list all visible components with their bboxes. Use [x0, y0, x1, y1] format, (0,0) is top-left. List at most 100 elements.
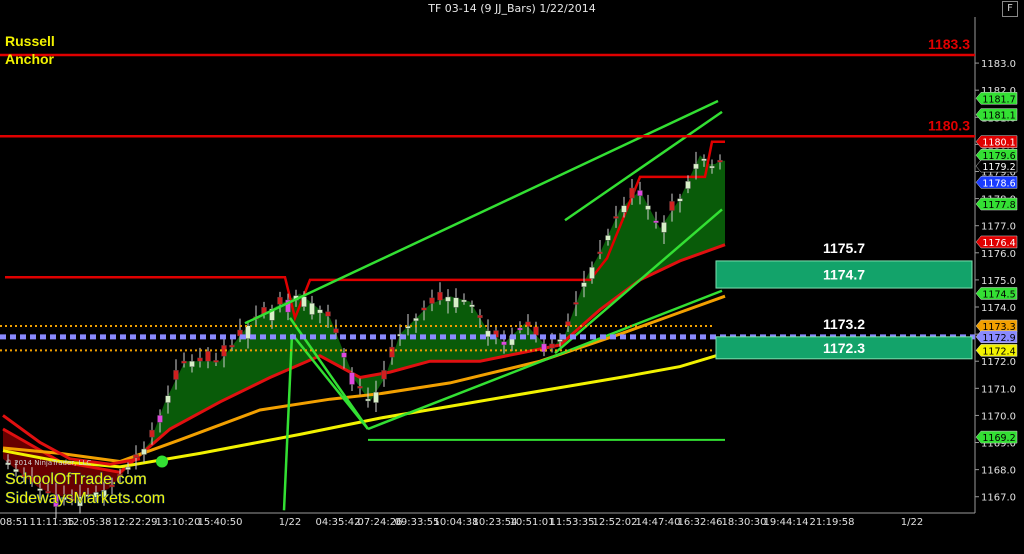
- candle-body: [429, 297, 435, 304]
- candle-body: [685, 181, 691, 189]
- x-tick-label: 12:52:02: [593, 517, 638, 528]
- candle-body: [141, 448, 147, 455]
- candle-body: [501, 341, 507, 346]
- candle-body: [717, 159, 723, 163]
- copyright-label: © 2014 NinjaTrader, LLC: [5, 459, 91, 467]
- candle-body: [333, 328, 339, 334]
- watermark-2: SidewaysMarkets.com: [5, 490, 165, 507]
- candle-body: [693, 163, 699, 170]
- candle-body: [645, 205, 651, 210]
- candle-body: [373, 391, 379, 403]
- candle-body: [317, 309, 323, 314]
- price-tag: 1179.2: [975, 159, 1018, 173]
- candle-body: [445, 296, 451, 302]
- signal-dot: [156, 455, 168, 468]
- watermark-1: SchoolOfTrade.com: [5, 471, 147, 488]
- anchor-label: Anchor: [5, 51, 55, 67]
- candle-body: [413, 318, 419, 322]
- candle-body: [677, 198, 683, 202]
- candle-body: [357, 385, 363, 389]
- x-tick-label: 19:44:14: [764, 517, 809, 528]
- x-tick-label: 12:22:29: [113, 517, 158, 528]
- candle-body: [621, 205, 627, 213]
- x-tick-label: 10:51:01: [510, 517, 555, 528]
- candle-body: [197, 357, 203, 362]
- y-tick-label: 1176.0: [981, 249, 1016, 260]
- price-tag: 1180.1: [975, 135, 1018, 149]
- y-tick-label: 1171.0: [981, 384, 1016, 395]
- y-tick-label: 1175.0: [981, 276, 1016, 287]
- price-tag: 1181.1: [975, 108, 1018, 122]
- candle-body: [149, 429, 155, 438]
- candle-body: [709, 165, 715, 169]
- price-chart[interactable]: 1183.01182.01181.01180.01179.01178.01177…: [0, 0, 1024, 554]
- candle-body: [277, 296, 283, 305]
- candle-body: [181, 360, 187, 364]
- candle-body: [133, 454, 139, 458]
- price-tag: 1172.4: [975, 344, 1018, 357]
- candle-body: [381, 370, 387, 380]
- x-tick-label: 13:10:20: [156, 517, 201, 528]
- y-tick-label: 1183.0: [981, 59, 1016, 70]
- candle-body: [629, 187, 635, 199]
- price-tag-label: 1179.2: [982, 162, 1015, 173]
- price-tag: 1181.7: [975, 92, 1018, 105]
- candle-body: [653, 220, 659, 224]
- candle-body: [557, 339, 563, 342]
- candle-body: [157, 415, 163, 423]
- candle-body: [517, 327, 523, 331]
- zone-top-label: 1175.7: [823, 240, 865, 256]
- candle-body: [389, 346, 395, 358]
- symbol-label: Russell: [5, 33, 55, 49]
- x-tick-label: 18:30:30: [722, 517, 767, 528]
- candle-body: [349, 372, 355, 385]
- candle-body: [437, 291, 443, 301]
- y-tick-label: 1172.0: [981, 357, 1016, 368]
- y-tick-label: 1170.0: [981, 411, 1016, 422]
- price-tag-label: 1172.9: [982, 333, 1015, 344]
- x-tick-label: 14:47:40: [636, 517, 681, 528]
- zone-top-label: 1173.2: [823, 316, 865, 332]
- candle-body: [341, 352, 347, 358]
- x-tick-label: 1/22: [901, 517, 923, 528]
- x-tick-label: 21:19:58: [810, 517, 855, 528]
- level-label: 1183.3: [928, 36, 970, 52]
- candle-body: [549, 343, 555, 349]
- candle-body: [165, 395, 171, 403]
- level-label: 1180.3: [928, 117, 970, 133]
- candle-body: [309, 303, 315, 315]
- price-tag-label: 1181.1: [982, 111, 1015, 122]
- candle-body: [125, 466, 131, 470]
- candle-body: [213, 360, 219, 363]
- candle-body: [485, 330, 491, 338]
- candle-body: [701, 158, 707, 162]
- y-tick-label: 1177.0: [981, 222, 1016, 233]
- y-tick-label: 1167.0: [981, 493, 1016, 504]
- y-tick-label: 1168.0: [981, 466, 1016, 477]
- candle-body: [325, 311, 331, 317]
- price-tag-label: 1176.4: [982, 238, 1015, 249]
- candle-body: [477, 315, 483, 319]
- candle-body: [365, 398, 371, 402]
- candle-body: [469, 304, 475, 308]
- x-tick-label: 16:32:46: [678, 517, 723, 528]
- price-tag: 1177.8: [975, 197, 1018, 211]
- price-tag-label: 1180.1: [982, 138, 1015, 149]
- candle-body: [605, 235, 611, 241]
- candle-body: [173, 370, 179, 380]
- candle-body: [205, 351, 211, 362]
- price-tag-label: 1181.7: [982, 94, 1015, 105]
- price-tag-label: 1174.5: [982, 289, 1015, 300]
- candle-body: [245, 325, 251, 339]
- chart-window: TF 03-14 (9 JJ_Bars) 1/22/2014 F ▷ 1183.…: [0, 0, 1024, 554]
- candle-body: [669, 201, 675, 211]
- price-tag: 1169.2: [975, 430, 1018, 444]
- price-tag-label: 1178.6: [982, 178, 1015, 189]
- x-tick-label: 1/22: [279, 517, 301, 528]
- candle-body: [573, 302, 579, 305]
- candle-body: [661, 222, 667, 233]
- zone-label: 1172.3: [823, 340, 865, 356]
- candle-body: [589, 267, 595, 279]
- x-tick-label: 15:40:50: [198, 517, 243, 528]
- zone-label: 1174.7: [823, 266, 865, 282]
